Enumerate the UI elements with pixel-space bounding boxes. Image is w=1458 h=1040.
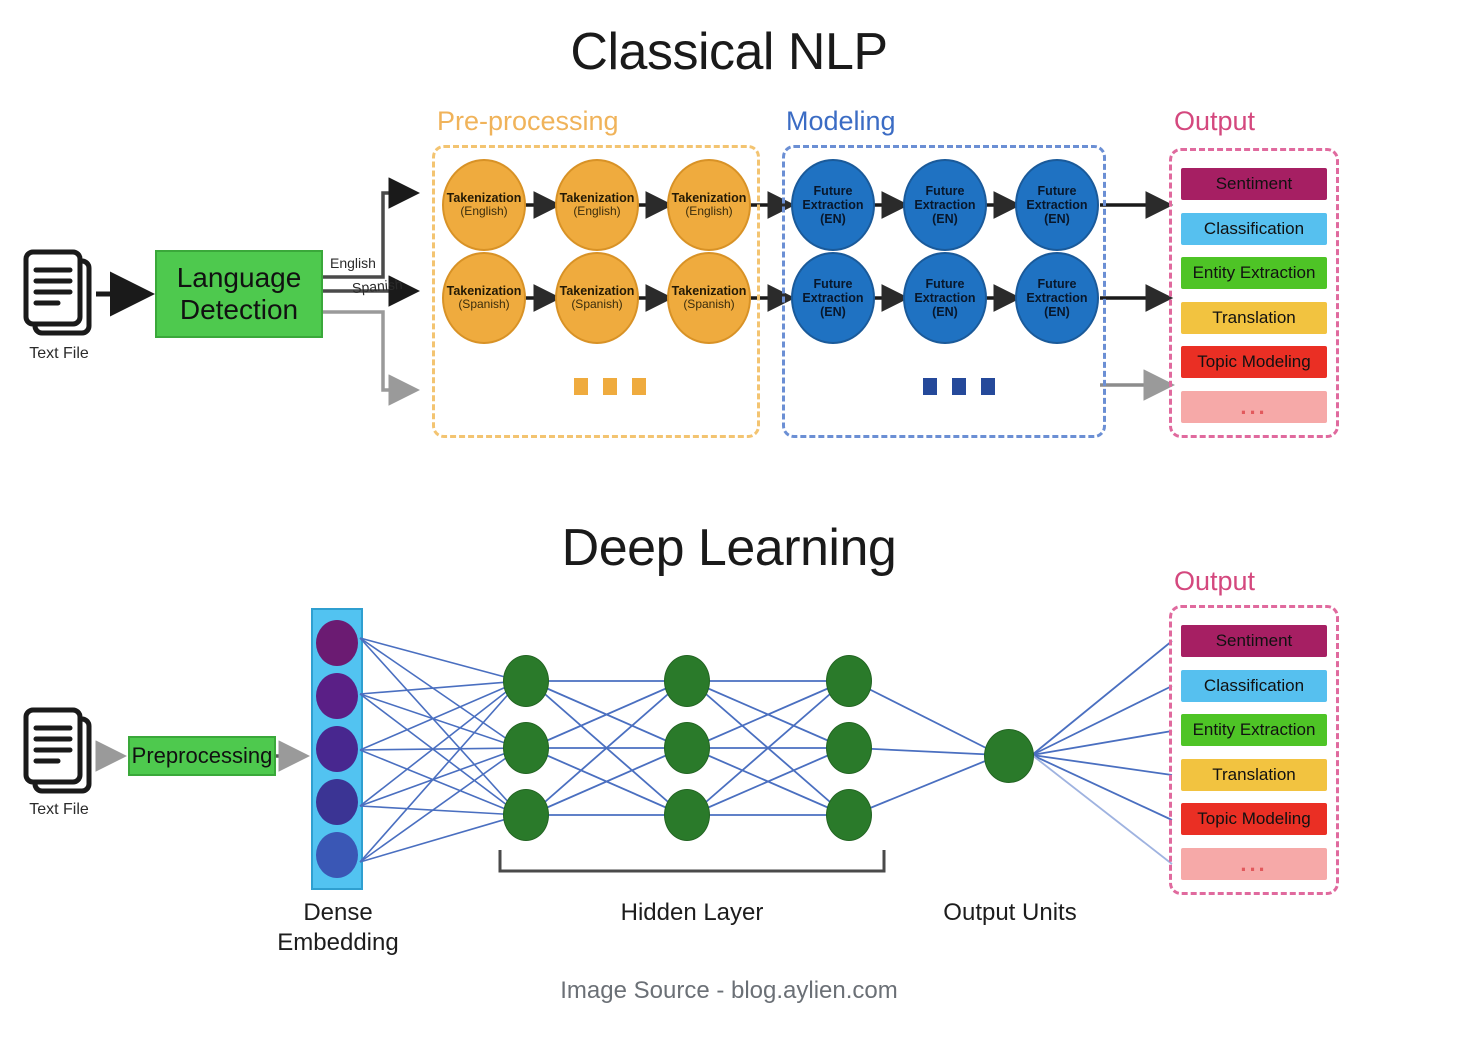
- dl-output-chip-topic-modeling[interactable]: Topic Modeling: [1181, 803, 1327, 835]
- embedding-node-4[interactable]: [316, 779, 358, 826]
- hidden-node-1-2[interactable]: [503, 722, 549, 774]
- node-label-line1: Future: [813, 184, 853, 198]
- node-label-line3: (EN): [1044, 305, 1070, 319]
- modeling-heading: Modeling: [786, 106, 896, 136]
- embedding-node-5[interactable]: [316, 832, 358, 879]
- dense-embedding-label-1: Dense: [303, 899, 373, 926]
- preprocessing-ellipsis-dots: [574, 378, 646, 395]
- node-label-line3: (EN): [932, 212, 958, 226]
- modeling-node-en-3[interactable]: Future Extraction (EN): [1015, 159, 1099, 251]
- embedding-node-3[interactable]: [316, 725, 358, 772]
- output-chip-translation[interactable]: Translation: [1181, 302, 1327, 334]
- dense-embedding-label: Dense Embedding: [268, 898, 408, 958]
- node-label-line3: (EN): [820, 305, 846, 319]
- hidden-layer-label: Hidden Layer: [620, 899, 764, 926]
- node-label-line2: Extraction: [1026, 291, 1088, 305]
- preprocessing-node-en-1[interactable]: Takenization (English): [442, 159, 526, 251]
- preprocessing-node-es-3[interactable]: Takenization (Spanish): [667, 252, 751, 344]
- output-chip-more[interactable]: ...: [1181, 391, 1327, 423]
- language-detection-label-2: Detection: [179, 294, 299, 325]
- classical-output-heading: Output: [1174, 106, 1256, 136]
- output-chip-entity-extraction[interactable]: Entity Extraction: [1181, 257, 1327, 289]
- branch-label-spanish: Spanish: [351, 275, 404, 297]
- node-label-line2: Extraction: [802, 291, 864, 305]
- hidden-node-1-3[interactable]: [503, 789, 549, 841]
- output-chip-sentiment[interactable]: Sentiment: [1181, 168, 1327, 200]
- modeling-node-en-2[interactable]: Future Extraction (EN): [903, 159, 987, 251]
- dl-output-chip-more[interactable]: ...: [1181, 848, 1327, 880]
- hidden-node-2-3[interactable]: [664, 789, 710, 841]
- dense-embedding-label-2: Embedding: [277, 929, 399, 956]
- dl-output-chip-classification[interactable]: Classification: [1181, 670, 1327, 702]
- image-source-caption: Image Source - blog.aylien.com: [560, 977, 898, 1004]
- output-unit-node[interactable]: [984, 729, 1034, 783]
- node-label-line2: (English): [685, 204, 733, 219]
- node-label-line3: (EN): [1044, 212, 1070, 226]
- dl-text-file-caption: Text File: [29, 801, 89, 818]
- node-label-line3: (EN): [932, 305, 958, 319]
- node-label-line2: Extraction: [914, 198, 976, 212]
- node-label-line1: Takenization: [559, 191, 635, 206]
- node-label-line1: Takenization: [671, 284, 747, 299]
- output-chip-classification[interactable]: Classification: [1181, 213, 1327, 245]
- branch-label-english: English: [330, 255, 376, 271]
- language-detection-label-1: Language: [176, 261, 302, 293]
- hidden-node-2-1[interactable]: [664, 655, 710, 707]
- modeling-node-en-1[interactable]: Future Extraction (EN): [791, 159, 875, 251]
- embedding-node-2[interactable]: [316, 672, 358, 719]
- node-label-line2: Extraction: [914, 291, 976, 305]
- preprocessing-node-es-1[interactable]: Takenization (Spanish): [442, 252, 526, 344]
- modeling-node-es-2[interactable]: Future Extraction (EN): [903, 252, 987, 344]
- classical-text-file: [22, 248, 96, 345]
- preprocessing-node-es-2[interactable]: Takenization (Spanish): [555, 252, 639, 344]
- node-label-line3: (EN): [820, 212, 846, 226]
- dl-output-chip-translation[interactable]: Translation: [1181, 759, 1327, 791]
- node-label-line1: Takenization: [446, 284, 522, 299]
- preprocessing-node-en-3[interactable]: Takenization (English): [667, 159, 751, 251]
- node-label-line2: (English): [460, 204, 508, 219]
- node-label-line2: Extraction: [1026, 198, 1088, 212]
- hidden-node-3-2[interactable]: [826, 722, 872, 774]
- preprocessing-node-en-2[interactable]: Takenization (English): [555, 159, 639, 251]
- dense-embedding-panel: [311, 608, 363, 890]
- node-label-line2: (English): [573, 204, 621, 219]
- dl-output-chip-entity-extraction[interactable]: Entity Extraction: [1181, 714, 1327, 746]
- preprocessing-heading: Pre-processing: [437, 106, 619, 136]
- modeling-node-es-1[interactable]: Future Extraction (EN): [791, 252, 875, 344]
- node-label-line2: Extraction: [802, 198, 864, 212]
- text-file-icon: [23, 249, 92, 336]
- output-chip-topic-modeling[interactable]: Topic Modeling: [1181, 346, 1327, 378]
- text-file-icon: [23, 707, 92, 794]
- node-label-line1: Future: [925, 277, 965, 291]
- hidden-node-1-1[interactable]: [503, 655, 549, 707]
- hidden-node-2-2[interactable]: [664, 722, 710, 774]
- embedding-node-1[interactable]: [316, 619, 358, 666]
- hidden-node-3-1[interactable]: [826, 655, 872, 707]
- hidden-node-3-3[interactable]: [826, 789, 872, 841]
- node-label-line1: Future: [1037, 184, 1077, 198]
- node-label-line1: Takenization: [446, 191, 522, 206]
- output-units-label: Output Units: [943, 899, 1077, 926]
- node-label-line1: Takenization: [559, 284, 635, 299]
- classical-nlp-title: Classical NLP: [570, 23, 888, 81]
- dl-output-heading: Output: [1174, 566, 1256, 596]
- modeling-node-es-3[interactable]: Future Extraction (EN): [1015, 252, 1099, 344]
- node-label-line1: Future: [925, 184, 965, 198]
- dl-preprocessing-box[interactable]: Preprocessing: [128, 736, 276, 776]
- modeling-ellipsis-dots: [923, 378, 995, 395]
- node-label-line1: Future: [813, 277, 853, 291]
- node-label-line1: Takenization: [671, 191, 747, 206]
- dl-output-chip-sentiment[interactable]: Sentiment: [1181, 625, 1327, 657]
- classical-text-file-caption: Text File: [29, 345, 89, 362]
- node-label-line1: Future: [1037, 277, 1077, 291]
- node-label-line2: (Spanish): [571, 297, 623, 312]
- node-label-line2: (Spanish): [458, 297, 510, 312]
- node-label-line2: (Spanish): [683, 297, 735, 312]
- language-detection-box[interactable]: Language Detection: [155, 250, 323, 338]
